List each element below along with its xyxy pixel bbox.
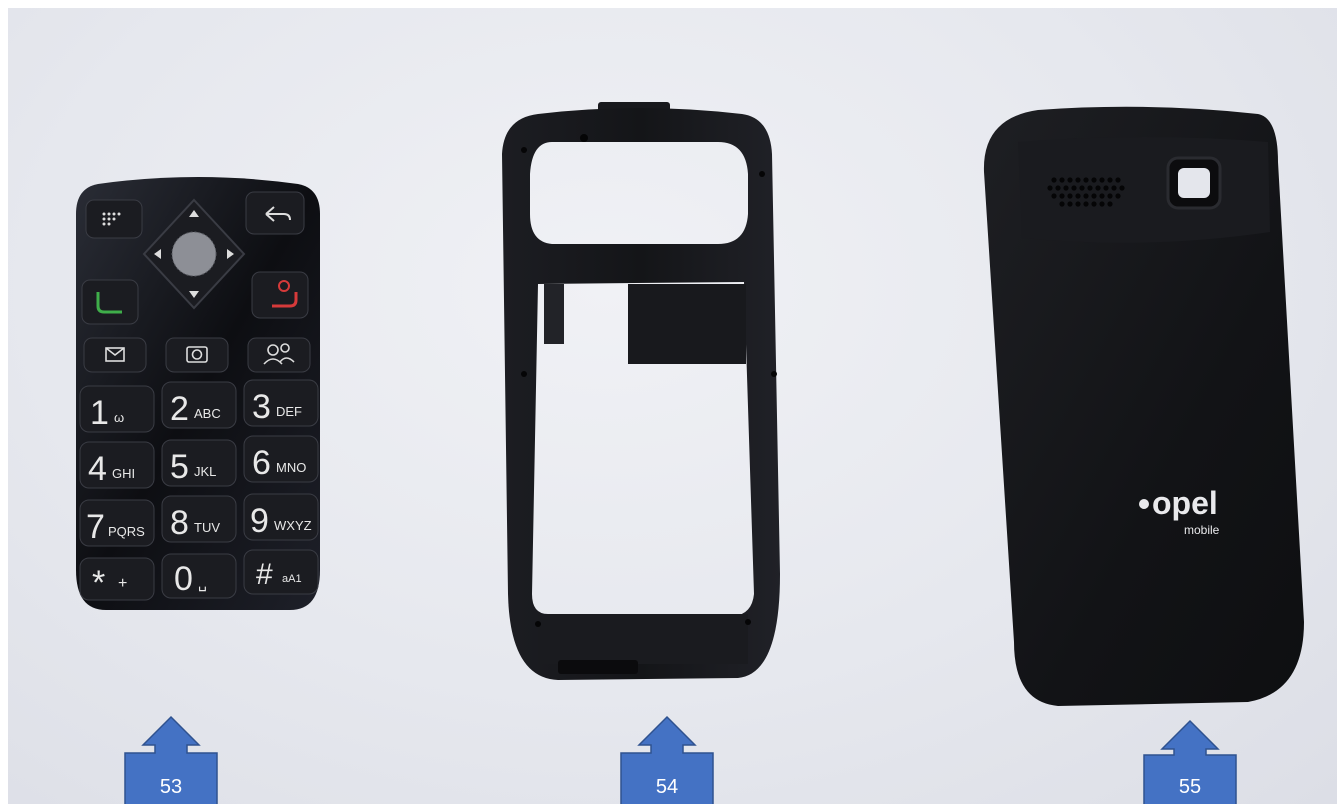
key-3-digit: 3 bbox=[252, 388, 271, 426]
callout-54: 54 bbox=[619, 715, 715, 804]
opel-logo-dot bbox=[1139, 499, 1149, 509]
callout-label-53: 53 bbox=[159, 776, 183, 798]
key-0-letters: ␣ bbox=[198, 575, 207, 592]
key-star-digit: * bbox=[92, 564, 105, 602]
key-hash-digit: # bbox=[256, 558, 273, 591]
brand-logo-text: opel bbox=[1152, 485, 1218, 521]
key-6-letters: MNO bbox=[276, 460, 306, 475]
key-5-digit: 5 bbox=[170, 448, 189, 486]
key-3-letters: DEF bbox=[276, 404, 302, 419]
key-2-digit: 2 bbox=[170, 390, 189, 428]
key-7-letters: PQRS bbox=[108, 524, 145, 539]
key-7-digit: 7 bbox=[86, 508, 105, 546]
key-5-letters: JKL bbox=[194, 464, 216, 479]
key-4-digit: 4 bbox=[88, 450, 107, 488]
back-cover: opel mobile bbox=[978, 102, 1318, 712]
key-8-letters: TUV bbox=[194, 520, 220, 535]
key-1-digit: 1 bbox=[90, 394, 109, 432]
key-2-letters: ABC bbox=[194, 406, 221, 421]
key-4-letters: GHI bbox=[112, 466, 135, 481]
callout-53: 53 bbox=[123, 715, 219, 804]
key-star-letters: + bbox=[118, 575, 127, 592]
photo-background: 1 ω 2 ABC 3 DEF 4 GHI 5 JKL 6 MNO 7 PQRS… bbox=[8, 8, 1337, 804]
callout-label-55: 55 bbox=[1178, 776, 1202, 798]
key-6-digit: 6 bbox=[252, 444, 271, 482]
brand-logo-subtext: mobile bbox=[1184, 523, 1220, 537]
callout-55: 55 bbox=[1142, 719, 1238, 804]
key-9-digit: 9 bbox=[250, 502, 269, 540]
key-9-letters: WXYZ bbox=[274, 518, 312, 533]
key-hash-letters: aA1 bbox=[282, 573, 302, 585]
keypad-membrane: 1 ω 2 ABC 3 DEF 4 GHI 5 JKL 6 MNO 7 PQRS… bbox=[70, 170, 326, 620]
key-1-letters: ω bbox=[114, 410, 124, 425]
callout-label-54: 54 bbox=[655, 776, 679, 798]
key-0-digit: 0 bbox=[174, 560, 193, 598]
middle-frame bbox=[498, 94, 788, 694]
key-8-digit: 8 bbox=[170, 504, 189, 542]
